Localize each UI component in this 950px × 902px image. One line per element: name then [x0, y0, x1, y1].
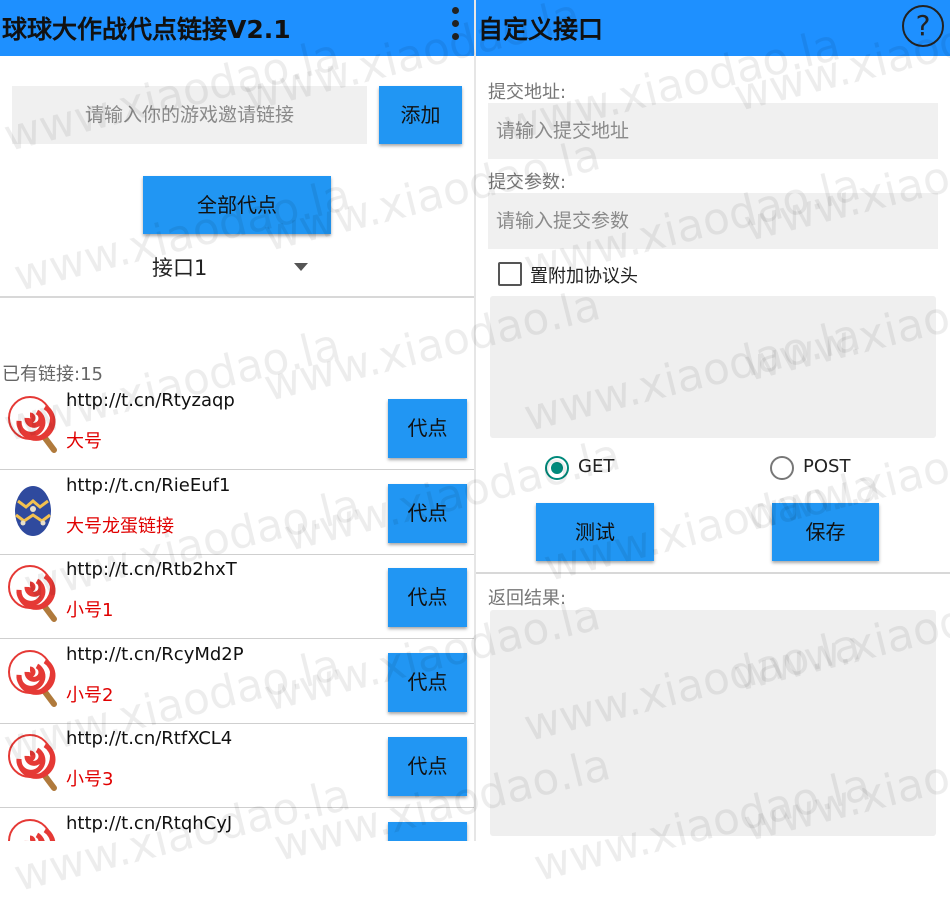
link-url: http://t.cn/Rtb2hxT	[66, 559, 237, 580]
app-bar: 自定义接口 ?	[476, 0, 950, 56]
link-alias: 小号3	[66, 769, 114, 790]
link-url: http://t.cn/Rtyzaqp	[66, 390, 235, 411]
submit-url-input[interactable]: 请输入提交地址	[488, 103, 938, 159]
dragon-egg-icon	[6, 479, 60, 539]
link-alias: 小号1	[66, 600, 114, 621]
interface-select[interactable]: 接口1	[152, 252, 312, 282]
link-url: http://t.cn/RcyMd2P	[66, 643, 244, 665]
link-count: 已有链接:15	[2, 364, 103, 385]
test-button[interactable]: 测试	[536, 503, 654, 561]
boost-button[interactable]: 代点	[388, 483, 467, 543]
link-row: http://t.cn/Rtb2hxT 小号1 代点	[0, 555, 474, 639]
lollipop-icon	[6, 394, 60, 454]
lollipop-icon	[6, 648, 60, 708]
lollipop-icon	[6, 563, 60, 623]
extra-header-textarea[interactable]	[490, 296, 936, 438]
screen-title: 自定义接口	[478, 15, 604, 44]
link-alias: 大号	[66, 431, 102, 452]
extra-header-checkbox[interactable]	[498, 262, 522, 286]
extra-header-label: 置附加协议头	[530, 266, 638, 287]
divider	[476, 572, 950, 574]
submit-params-input[interactable]: 请输入提交参数	[488, 193, 938, 249]
add-button[interactable]: 添加	[379, 86, 462, 144]
link-row: http://t.cn/Rtyzaqp 大号 代点	[0, 386, 474, 470]
more-options-icon[interactable]	[448, 2, 462, 54]
help-icon[interactable]: ?	[902, 5, 944, 47]
boost-button[interactable]: 代点	[388, 737, 467, 796]
link-url: http://t.cn/RtqhCyJ	[66, 812, 233, 834]
lollipop-icon	[6, 817, 60, 841]
save-button[interactable]: 保存	[772, 503, 879, 561]
app-title: 球球大作战代点链接V2.1	[2, 15, 291, 44]
get-radio[interactable]	[545, 456, 569, 480]
post-radio[interactable]	[770, 456, 794, 480]
boost-button[interactable]: 代点	[388, 568, 467, 627]
invite-link-input[interactable]: 请输入你的游戏邀请链接	[12, 86, 367, 144]
link-url: http://t.cn/RtfXCL4	[66, 728, 233, 749]
link-row: http://t.cn/RieEuf1 大号龙蛋链接 代点	[0, 471, 474, 555]
link-row: http://t.cn/RtfXCL4 小号3 代点	[0, 724, 474, 808]
link-alias: 小号2	[66, 684, 114, 706]
link-url: http://t.cn/RieEuf1	[66, 474, 231, 496]
boost-button[interactable]: 代点	[388, 652, 467, 712]
interface-select-value: 接口1	[152, 256, 208, 280]
lollipop-icon	[6, 732, 60, 792]
submit-url-label: 提交地址:	[488, 82, 567, 103]
custom-interface-screen: 自定义接口 ? 提交地址: 请输入提交地址 提交参数: 请输入提交参数 置附加协…	[476, 0, 950, 841]
result-output	[490, 610, 936, 836]
app-bar: 球球大作战代点链接V2.1	[0, 0, 474, 56]
dropdown-arrow-icon	[294, 263, 308, 271]
boost-all-button[interactable]: 全部代点	[143, 176, 331, 234]
result-label: 返回结果:	[488, 588, 567, 609]
post-label: POST	[803, 456, 851, 477]
boost-button[interactable]	[388, 821, 467, 841]
boost-button[interactable]: 代点	[388, 399, 467, 458]
submit-params-label: 提交参数:	[488, 172, 567, 193]
get-label: GET	[578, 456, 615, 477]
link-list-screen: 球球大作战代点链接V2.1 请输入你的游戏邀请链接 添加 全部代点 接口1 已有…	[0, 0, 474, 841]
link-row: http://t.cn/RtqhCyJ	[0, 809, 474, 841]
divider	[0, 296, 474, 298]
link-alias: 大号龙蛋链接	[66, 515, 174, 537]
link-row: http://t.cn/RcyMd2P 小号2 代点	[0, 640, 474, 724]
